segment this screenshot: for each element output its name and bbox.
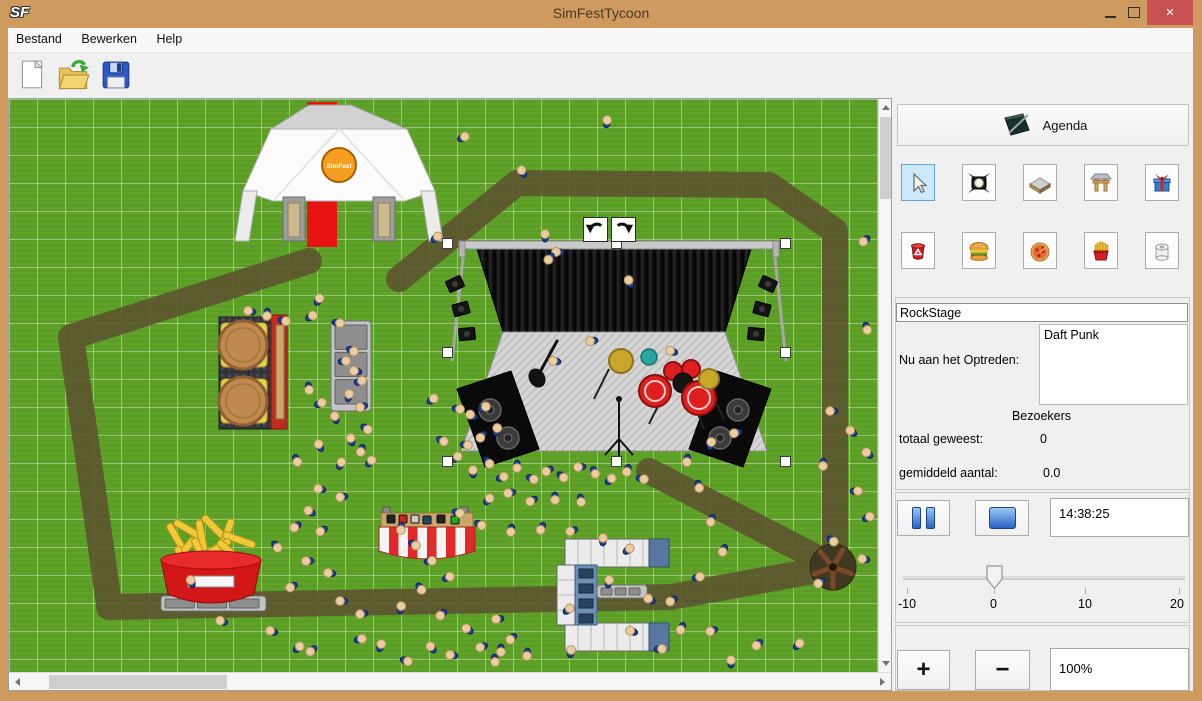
side-panel: Agenda <box>894 98 1193 691</box>
tool-select[interactable] <box>901 164 935 201</box>
slider-label-min: -10 <box>898 597 916 611</box>
slider-tick <box>1179 588 1180 594</box>
vertical-scroll-thumb[interactable] <box>880 117 891 199</box>
menu-bar: Bestand Bewerken Help <box>8 28 1193 53</box>
new-file-button[interactable] <box>16 58 50 94</box>
stop-icon <box>989 507 1016 529</box>
tool-trash[interactable] <box>901 232 935 269</box>
open-folder-icon <box>56 58 90 92</box>
selection-handle[interactable] <box>442 347 453 358</box>
rotate-right-button[interactable] <box>611 217 636 242</box>
gate-icon <box>1089 171 1113 195</box>
selection-handle[interactable] <box>442 456 453 467</box>
trash-bin-icon <box>906 239 930 263</box>
window-client-area: Bestand Bewerken Help <box>8 28 1193 691</box>
scroll-right-arrow[interactable] <box>880 678 885 686</box>
save-file-button[interactable] <box>100 58 134 94</box>
total-visitors-value: 0 <box>1040 432 1047 446</box>
slider-label-ten: 10 <box>1078 597 1092 611</box>
stop-button[interactable] <box>975 500 1029 536</box>
scroll-left-arrow[interactable] <box>15 678 20 686</box>
slider-tick <box>994 588 995 594</box>
tool-road[interactable] <box>1023 164 1057 201</box>
main-area: SimFest Age <box>8 98 1193 691</box>
scroll-down-arrow[interactable] <box>882 661 890 666</box>
selection-handle[interactable] <box>780 238 791 249</box>
visitors-header: Bezoekers <box>894 409 1189 423</box>
selection-handle[interactable] <box>442 238 453 249</box>
gift-icon <box>1150 171 1174 195</box>
scroll-up-arrow[interactable] <box>882 105 890 110</box>
selection-handle[interactable] <box>780 456 791 467</box>
slider-tick <box>907 588 908 594</box>
open-file-button[interactable] <box>56 58 90 94</box>
new-file-icon <box>16 58 48 92</box>
zoom-out-button[interactable]: − <box>975 650 1030 690</box>
game-canvas-box: SimFest <box>8 98 892 691</box>
agenda-button[interactable]: Agenda <box>897 104 1189 146</box>
agenda-label: Agenda <box>1043 118 1088 133</box>
average-visitors-value: 0.0 <box>1043 466 1060 480</box>
rotate-left-button[interactable] <box>583 217 608 242</box>
close-button[interactable]: × <box>1147 0 1193 25</box>
slider-tick <box>1085 588 1086 594</box>
zoom-in-button[interactable]: + <box>897 650 950 690</box>
stage-name-input[interactable] <box>896 303 1188 322</box>
agenda-book-icon <box>999 112 1033 138</box>
title-bar: SF SimFestTycoon × <box>0 0 1202 28</box>
now-performing-label: Nu aan het Optreden: <box>899 353 1019 367</box>
pause-icon <box>912 507 921 529</box>
spotlight-icon <box>967 171 991 195</box>
horizontal-scrollbar[interactable] <box>9 672 891 690</box>
game-canvas[interactable]: SimFest <box>9 99 878 672</box>
selection-handle[interactable] <box>780 347 791 358</box>
fries-icon <box>1089 239 1113 263</box>
pizza-icon <box>1028 239 1052 263</box>
menu-bewerken[interactable]: Bewerken <box>73 28 145 46</box>
maximize-button[interactable] <box>1120 0 1148 25</box>
total-visitors-label: totaal geweest: <box>899 432 983 446</box>
tool-fries[interactable] <box>1084 232 1118 269</box>
selection-handle[interactable] <box>611 456 622 467</box>
tool-gift[interactable] <box>1145 164 1179 201</box>
pause-button[interactable] <box>897 500 950 536</box>
zoom-level-display[interactable]: 100% <box>1050 648 1189 691</box>
clock-display: 14:38:25 <box>1050 498 1189 537</box>
tool-burger[interactable] <box>962 232 996 269</box>
tool-pizza[interactable] <box>1023 232 1057 269</box>
toilet-paper-icon <box>1150 239 1174 263</box>
speed-slider-track[interactable] <box>903 576 1185 580</box>
burger-icon <box>967 239 991 263</box>
now-performing-value: Daft Punk <box>1044 328 1099 342</box>
cursor-icon <box>906 171 930 195</box>
vertical-scrollbar[interactable] <box>878 99 891 672</box>
tool-spotlight[interactable] <box>962 164 996 201</box>
horizontal-scroll-thumb[interactable] <box>49 675 227 689</box>
slider-label-zero: 0 <box>990 597 997 611</box>
menu-bestand[interactable]: Bestand <box>8 28 70 46</box>
now-performing-box: Daft Punk <box>1039 324 1188 405</box>
tool-toilet-paper[interactable] <box>1145 232 1179 269</box>
slider-label-max: 20 <box>1170 597 1184 611</box>
save-floppy-icon <box>100 58 132 92</box>
tool-gate[interactable] <box>1084 164 1118 201</box>
road-tile-icon <box>1028 171 1052 195</box>
window-title: SimFestTycoon <box>0 5 1202 21</box>
menu-help[interactable]: Help <box>148 28 190 46</box>
average-visitors-label: gemiddeld aantal: <box>899 466 998 480</box>
main-toolbar <box>8 53 1193 98</box>
speed-slider-thumb[interactable] <box>986 565 1003 590</box>
